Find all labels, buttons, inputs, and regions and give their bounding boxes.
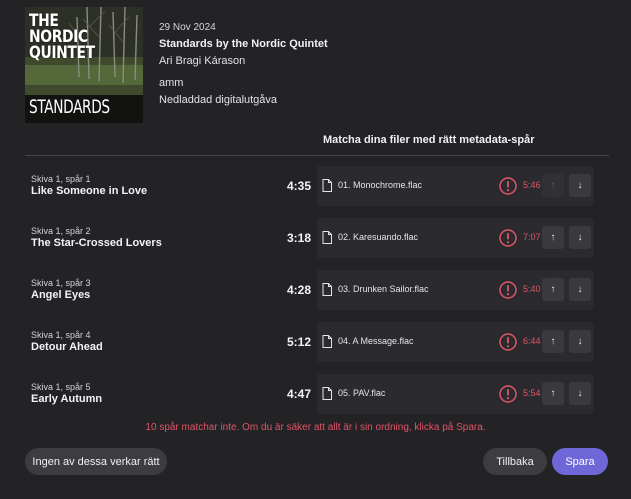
track-row: Skiva 1, spår 4 Detour Ahead 5:12 04. A … (25, 322, 609, 362)
track-duration: 4:28 (286, 283, 311, 297)
cover-title: THE NORDIC QUINTET (29, 13, 95, 63)
warning-circle-icon (499, 333, 517, 351)
file-icon (322, 283, 332, 296)
move-down-button[interactable]: ↓ (569, 330, 591, 353)
arrow-up-icon: ↑ (550, 231, 556, 243)
file-name: 04. A Message.flac (338, 336, 414, 346)
arrow-down-icon: ↓ (577, 231, 583, 243)
cover-subtitle: STANDARDS (29, 96, 110, 118)
move-down-button[interactable]: ↓ (569, 174, 591, 197)
move-up-button[interactable]: ↑ (542, 174, 564, 197)
track-row: Skiva 1, spår 3 Angel Eyes 4:28 03. Drun… (25, 270, 609, 310)
track-duration: 4:47 (286, 387, 311, 401)
arrow-down-icon: ↓ (577, 179, 583, 191)
file-duration: 6:44 (523, 336, 541, 346)
file-name: 03. Drunken Sailor.flac (338, 284, 429, 294)
file-icon (322, 231, 332, 244)
arrow-up-icon: ↑ (550, 283, 556, 295)
track-name: Detour Ahead (31, 341, 103, 353)
move-down-button[interactable]: ↓ (569, 278, 591, 301)
file-icon (322, 335, 332, 348)
back-button[interactable]: Tillbaka (483, 448, 547, 475)
file-match[interactable]: 05. PAV.flac 5:54 ↑ ↓ (317, 374, 594, 414)
file-match[interactable]: 03. Drunken Sailor.flac 5:40 ↑ ↓ (317, 270, 594, 310)
move-up-button[interactable]: ↑ (542, 226, 564, 249)
save-button[interactable]: Spara (552, 448, 608, 475)
warning-circle-icon (499, 281, 517, 299)
track-name: Like Someone in Love (31, 185, 148, 197)
album-format: Nedladdad digitalutgåva (159, 94, 278, 106)
move-up-button[interactable]: ↑ (542, 382, 564, 405)
move-down-button[interactable]: ↓ (569, 382, 591, 405)
divider (25, 155, 609, 156)
arrow-up-icon: ↑ (550, 387, 556, 399)
album-label: amm (159, 77, 184, 89)
track-name: Early Autumn (31, 393, 103, 405)
track-row: Skiva 1, spår 1 Like Someone in Love 4:3… (25, 166, 609, 206)
file-name: 01. Monochrome.flac (338, 180, 423, 190)
match-header: Matcha dina filer med rätt metadata-spår (323, 134, 535, 146)
track-row: Skiva 1, spår 2 The Star-Crossed Lovers … (25, 218, 609, 258)
file-icon (322, 387, 332, 400)
file-match[interactable]: 04. A Message.flac 6:44 ↑ ↓ (317, 322, 594, 362)
track-duration: 3:18 (286, 231, 311, 245)
album-title: Standards by the Nordic Quintet (159, 38, 328, 50)
arrow-down-icon: ↓ (577, 283, 583, 295)
arrow-down-icon: ↓ (577, 335, 583, 347)
track-position: Skiva 1, spår 3 (31, 278, 91, 288)
warning-circle-icon (499, 177, 517, 195)
file-duration: 5:46 (523, 180, 541, 190)
warning-circle-icon (499, 229, 517, 247)
none-match-button[interactable]: Ingen av dessa verkar rätt (25, 448, 167, 475)
album-cover: THE NORDIC QUINTET STANDARDS (25, 7, 143, 123)
file-name: 02. Karesuando.flac (338, 232, 419, 242)
track-duration: 4:35 (286, 179, 311, 193)
move-down-button[interactable]: ↓ (569, 226, 591, 249)
file-name: 05. PAV.flac (338, 388, 386, 398)
album-artist: Ari Bragi Kárason (159, 55, 246, 67)
track-name: The Star-Crossed Lovers (31, 237, 162, 249)
file-icon (322, 179, 332, 192)
warning-circle-icon (499, 385, 517, 403)
file-duration: 7:07 (523, 232, 541, 242)
cover-title-line: QUINTET (29, 43, 95, 63)
track-duration: 5:12 (286, 335, 311, 349)
move-up-button[interactable]: ↑ (542, 330, 564, 353)
file-duration: 5:40 (523, 284, 541, 294)
arrow-up-icon: ↑ (550, 179, 556, 191)
album-date: 29 Nov 2024 (159, 22, 216, 33)
track-name: Angel Eyes (31, 289, 91, 301)
track-row: Skiva 1, spår 5 Early Autumn 4:47 05. PA… (25, 374, 609, 414)
mismatch-warning: 10 spår matchar inte. Om du är säker att… (145, 422, 486, 433)
arrow-down-icon: ↓ (577, 387, 583, 399)
track-position: Skiva 1, spår 2 (31, 226, 91, 236)
file-match[interactable]: 01. Monochrome.flac 5:46 ↑ ↓ (317, 166, 594, 206)
track-position: Skiva 1, spår 1 (31, 174, 91, 184)
file-match[interactable]: 02. Karesuando.flac 7:07 ↑ ↓ (317, 218, 594, 258)
arrow-up-icon: ↑ (550, 335, 556, 347)
track-position: Skiva 1, spår 5 (31, 382, 91, 392)
file-duration: 5:54 (523, 388, 541, 398)
track-position: Skiva 1, spår 4 (31, 330, 91, 340)
move-up-button[interactable]: ↑ (542, 278, 564, 301)
